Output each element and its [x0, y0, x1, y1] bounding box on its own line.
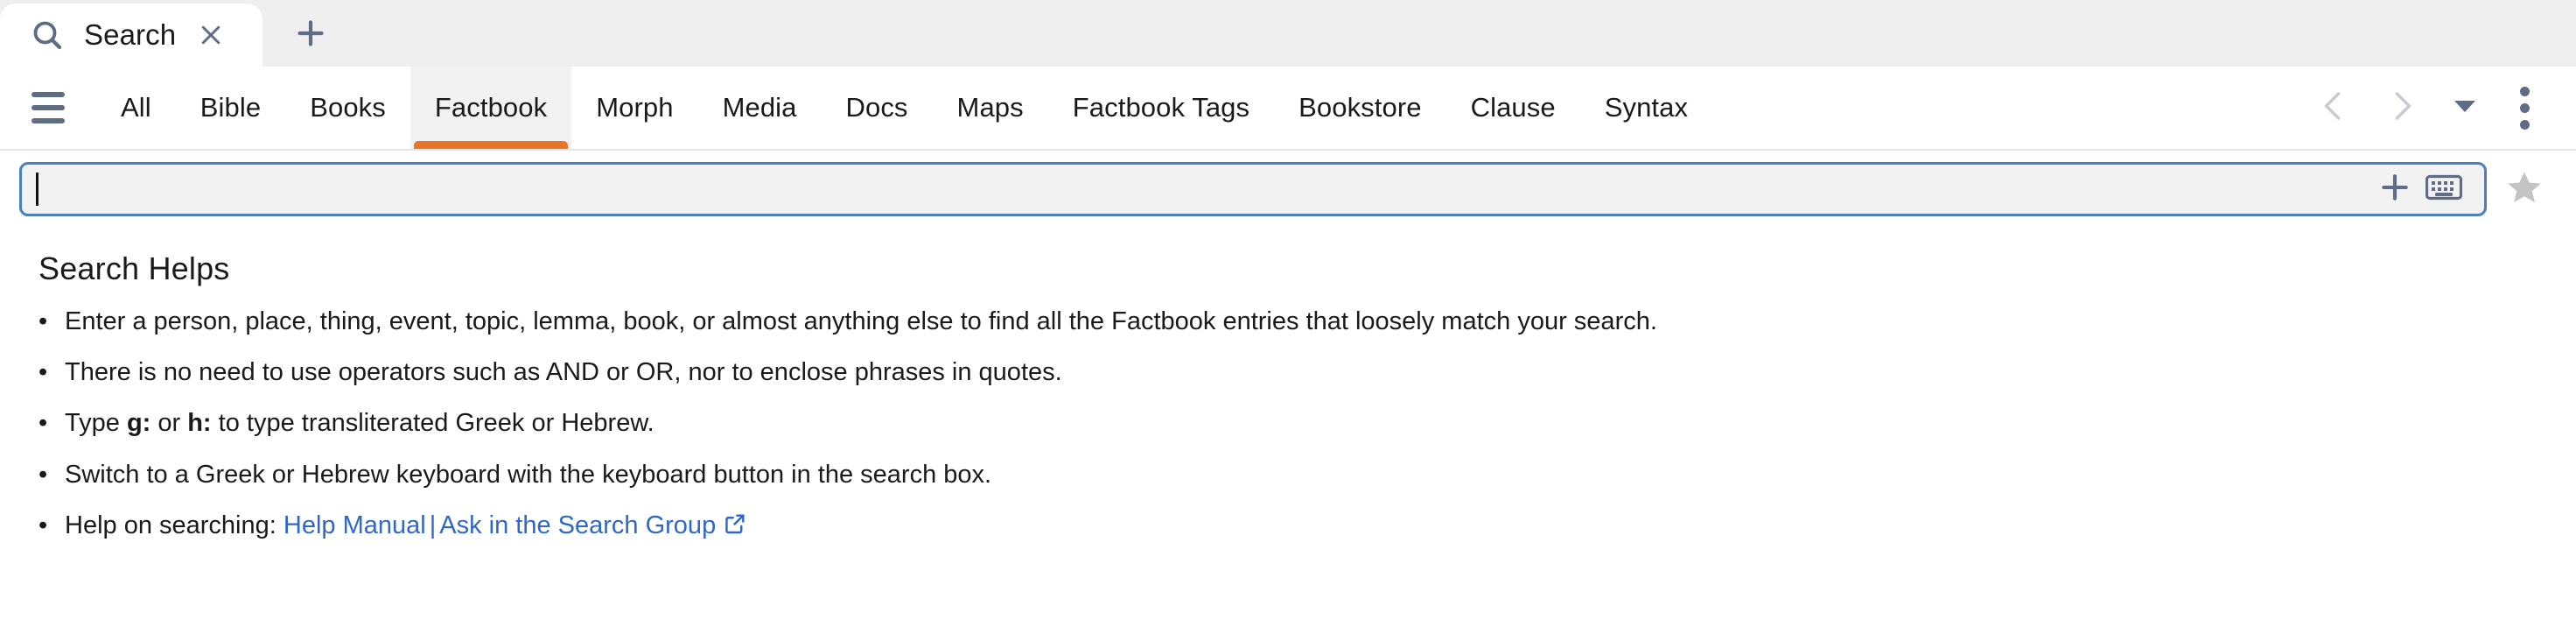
help-text-run: Type [65, 409, 127, 438]
bullet-marker: • [38, 307, 48, 335]
help-link[interactable]: Ask in the Search Group [439, 511, 716, 539]
search-row [0, 151, 2576, 228]
caret-down-icon [2454, 98, 2476, 118]
nav-tab-factbook-tags[interactable]: Factbook Tags [1048, 67, 1274, 149]
link-separator: | [429, 511, 437, 539]
list-item: • There is no need to use operators such… [38, 357, 2576, 387]
browser-tab-strip: Search [0, 0, 2576, 67]
hamburger-menu-icon[interactable] [0, 67, 96, 149]
nav-tab-bookstore[interactable]: Bookstore [1274, 67, 1446, 149]
app-nav-bar: All Bible Books Factbook Morph Media Doc… [0, 67, 2576, 151]
list-item: • Type g: or h: to type transliterated G… [38, 408, 2576, 438]
bullet-marker: • [38, 409, 48, 438]
help-text-1: There is no need to use operators such a… [65, 357, 2576, 387]
keyboard-button[interactable] [2419, 165, 2468, 214]
chevron-left-icon [2319, 88, 2348, 129]
kebab-dot [2519, 86, 2530, 96]
browser-tab-search[interactable]: Search [0, 4, 262, 67]
history-dropdown-button[interactable] [2436, 66, 2494, 150]
help-link[interactable]: Help Manual [284, 511, 426, 539]
help-text-run: There is no need to use operators such a… [65, 358, 1062, 387]
nav-tab-morph[interactable]: Morph [571, 67, 697, 149]
bullet-marker: • [38, 460, 48, 489]
help-text-0: Enter a person, place, thing, event, top… [65, 306, 2576, 336]
nav-tab-docs[interactable]: Docs [822, 67, 933, 149]
search-helps-panel: Search Helps • Enter a person, place, th… [0, 228, 2576, 544]
chevron-right-icon [2387, 88, 2417, 129]
add-search-term-button[interactable] [2370, 165, 2419, 214]
plus-icon [2378, 171, 2412, 208]
nav-tab-all[interactable]: All [96, 67, 176, 149]
nav-tab-media[interactable]: Media [698, 67, 822, 149]
help-text-run: Enter a person, place, thing, event, top… [65, 307, 1657, 335]
nav-tab-list: All Bible Books Factbook Morph Media Doc… [96, 67, 2300, 149]
close-icon[interactable] [195, 19, 227, 51]
help-text-run: Switch to a Greek or Hebrew keyboard wit… [65, 460, 992, 489]
help-text-run: Help on searching: [65, 511, 284, 539]
plus-icon [293, 16, 328, 55]
browser-tab-title: Search [84, 18, 177, 51]
new-tab-button[interactable] [262, 4, 359, 67]
page-title: Search Helps [38, 250, 230, 286]
emphasis-text: g: [126, 409, 151, 438]
help-text-3: Switch to a Greek or Hebrew keyboard wit… [65, 460, 2576, 490]
hamburger-bar [32, 92, 65, 97]
kebab-dot [2519, 102, 2530, 113]
nav-tab-clause[interactable]: Clause [1446, 67, 1580, 149]
nav-tab-syntax[interactable]: Syntax [1580, 67, 1712, 149]
search-box[interactable] [19, 162, 2487, 216]
back-button[interactable] [2300, 66, 2368, 150]
search-helps-list: • Enter a person, place, thing, event, t… [38, 306, 2576, 543]
help-text-run: or [150, 409, 188, 438]
kebab-dot [2519, 119, 2530, 130]
list-item: • Switch to a Greek or Hebrew keyboard w… [38, 460, 2576, 490]
bullet-marker: • [38, 358, 48, 387]
keyboard-icon [2425, 173, 2463, 206]
bullet-marker: • [38, 511, 48, 539]
forward-button[interactable] [2368, 66, 2436, 150]
list-item: • Help on searching: Help Manual | Ask in … [38, 511, 2576, 543]
help-text-run: to type transliterated Greek or Hebrew. [211, 409, 654, 438]
nav-tab-bible[interactable]: Bible [176, 67, 285, 149]
kebab-menu-icon [2519, 86, 2530, 130]
favorite-button[interactable] [2492, 157, 2557, 222]
hamburger-bar [32, 105, 65, 110]
overflow-menu-button[interactable] [2494, 66, 2555, 150]
hamburger-bar [32, 118, 65, 123]
list-item: • Enter a person, place, thing, event, t… [38, 306, 2576, 336]
external-link-icon[interactable] [723, 511, 747, 543]
text-cursor [36, 173, 38, 206]
nav-tab-books[interactable]: Books [285, 67, 410, 149]
search-icon [30, 18, 65, 53]
help-text-2: Type g: or h: to type transliterated Gre… [65, 408, 2576, 438]
star-icon [2505, 168, 2544, 211]
help-text-4: Help on searching: Help Manual | Ask in th… [65, 511, 2576, 543]
nav-tab-factbook[interactable]: Factbook [410, 67, 572, 149]
emphasis-text: h: [187, 409, 212, 438]
nav-tab-maps[interactable]: Maps [933, 67, 1048, 149]
nav-controls [2300, 67, 2576, 149]
